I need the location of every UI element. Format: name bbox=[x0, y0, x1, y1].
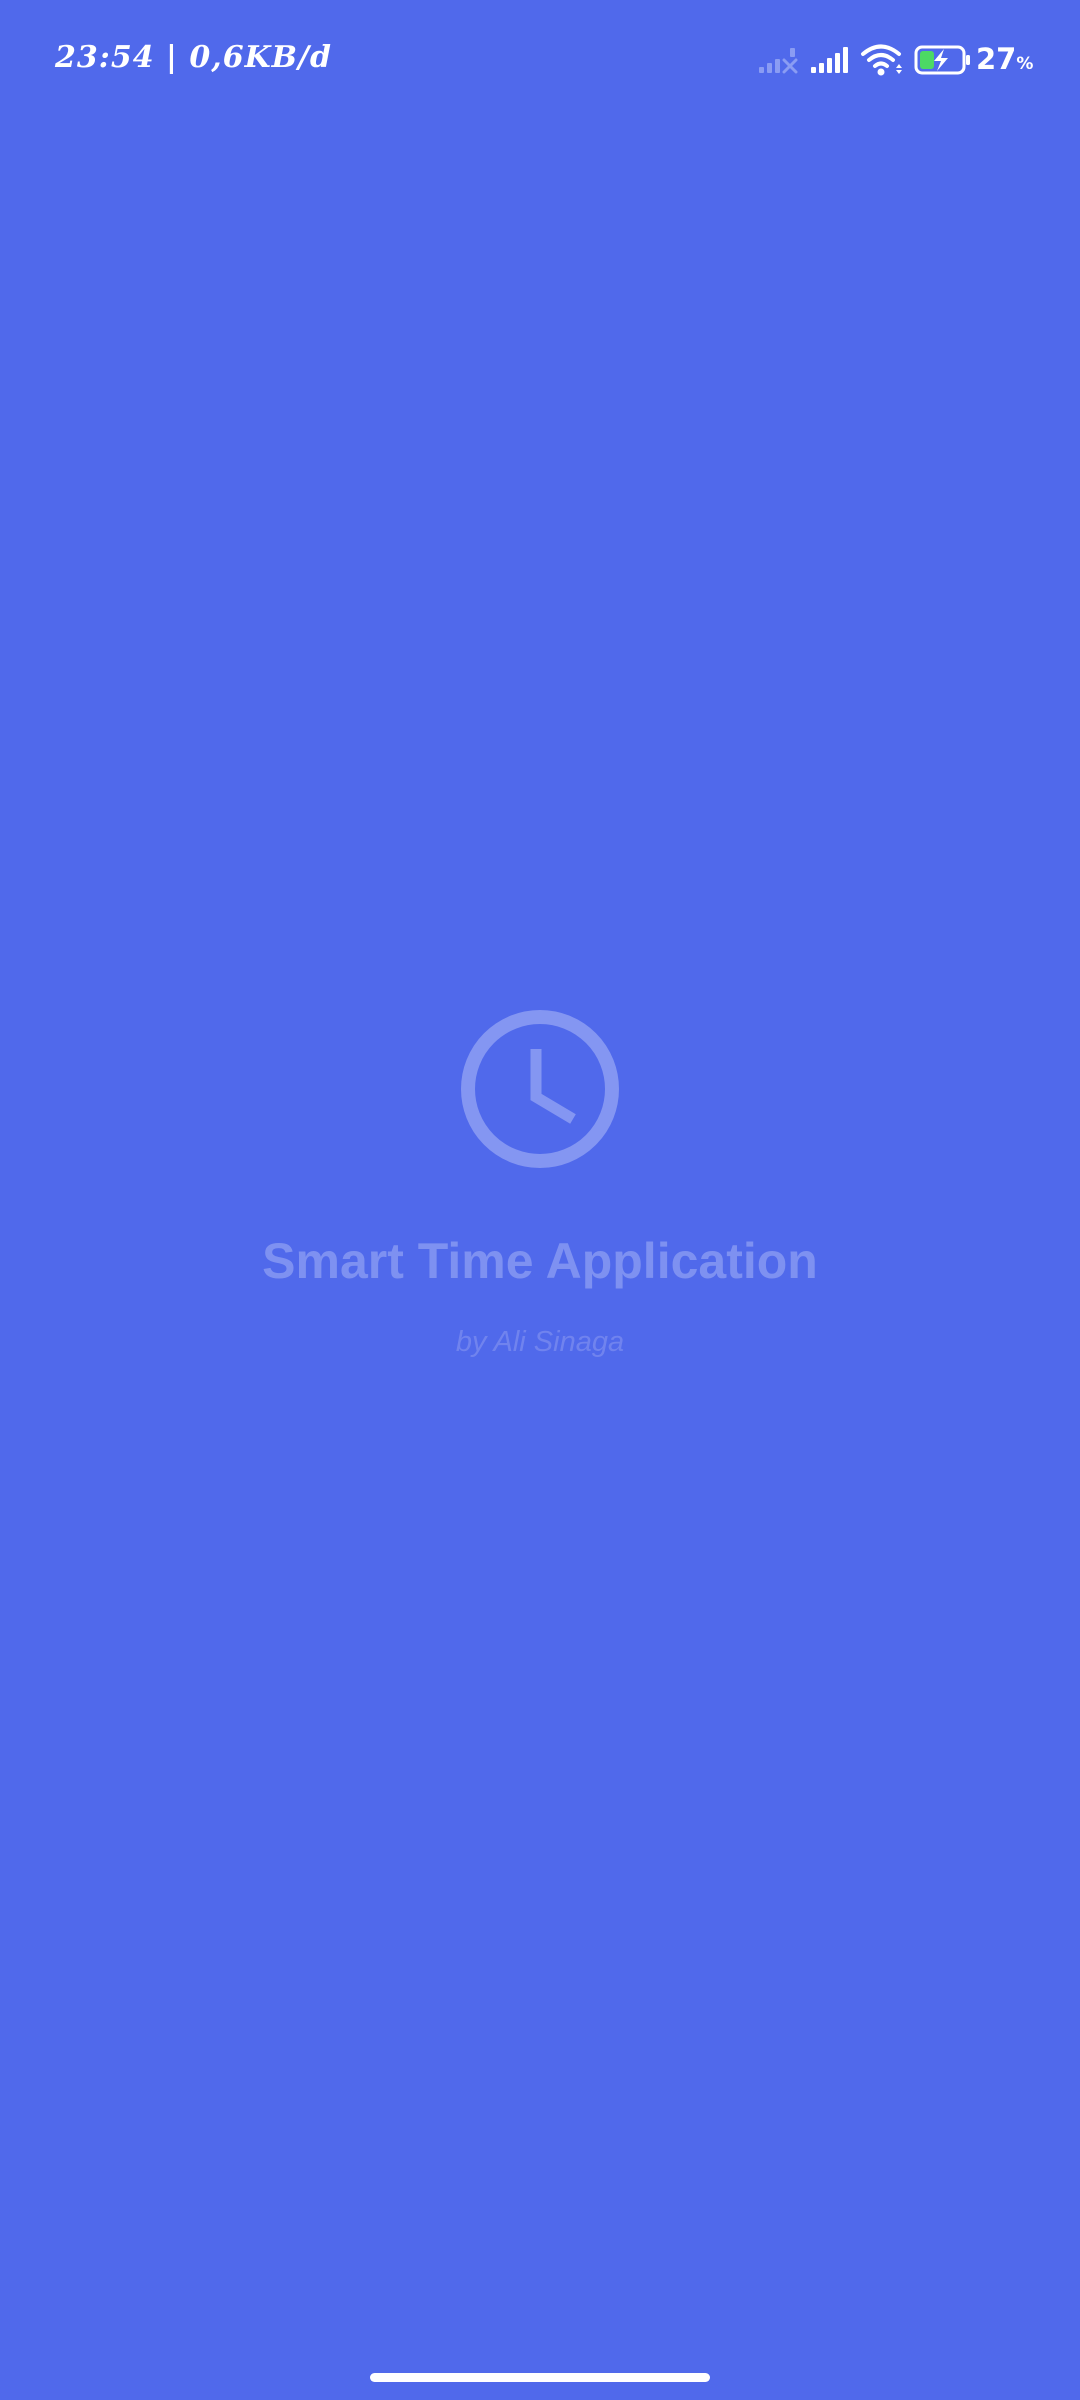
status-data-rate: 0,6KB/d bbox=[189, 40, 332, 75]
clock-icon bbox=[461, 1010, 619, 1168]
battery-level-unit: % bbox=[1016, 54, 1034, 74]
battery-charging-icon bbox=[914, 45, 970, 75]
status-time: 23:54 bbox=[55, 40, 155, 75]
signal-disabled-icon bbox=[759, 48, 798, 74]
status-separator: | bbox=[166, 40, 178, 75]
app-author: by Ali Sinaga bbox=[455, 1326, 625, 1358]
status-left: 23:54 | 0,6KB/d bbox=[55, 40, 332, 75]
battery-level: 27% bbox=[976, 42, 1033, 76]
app-title: Smart Time Application bbox=[262, 1233, 818, 1289]
signal-icon bbox=[811, 47, 848, 73]
home-indicator[interactable] bbox=[370, 2373, 710, 2382]
battery-level-value: 27 bbox=[976, 42, 1017, 76]
status-bar: 23:54 | 0,6KB/d 27% bbox=[0, 0, 1080, 120]
wifi-icon bbox=[861, 44, 902, 76]
